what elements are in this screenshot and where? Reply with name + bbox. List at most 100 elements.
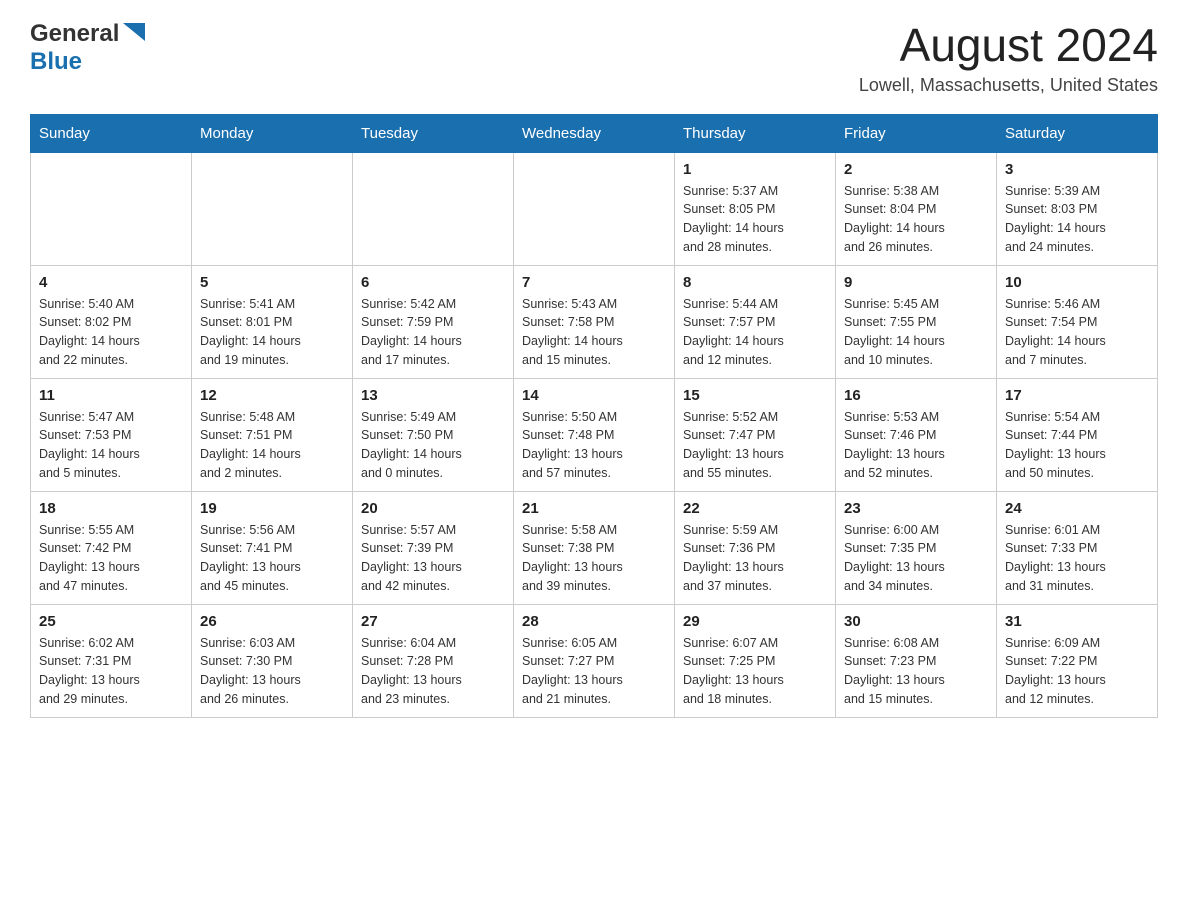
day-info: Sunrise: 5:49 AM Sunset: 7:50 PM Dayligh… <box>361 408 505 483</box>
day-number: 18 <box>39 500 183 517</box>
day-number: 19 <box>200 500 344 517</box>
calendar-cell: 27Sunrise: 6:04 AM Sunset: 7:28 PM Dayli… <box>353 604 514 717</box>
day-number: 26 <box>200 613 344 630</box>
day-number: 2 <box>844 161 988 178</box>
calendar-cell: 18 Sunrise: 5:55 AM Sunset: 7:42 PM Dayli… <box>31 491 192 604</box>
day-number: 5 <box>200 274 344 291</box>
calendar-cell: 15 Sunrise: 5:52 AM Sunset: 7:47 PM Dayli… <box>675 378 836 491</box>
day-info: Sunrise: 5:55 AM Sunset: 7:42 PM Dayligh… <box>39 521 183 596</box>
day-info: Sunrise: 5:41 AM Sunset: 8:01 PM Dayligh… <box>200 295 344 370</box>
day-info: Sunrise: 6:02 AM Sunset: 7:31 PM Dayligh… <box>39 634 183 709</box>
calendar-cell: 23 Sunrise: 6:00 AM Sunset: 7:35 PM Dayli… <box>836 491 997 604</box>
title-block: August 2024 Lowell, Massachusetts, Unite… <box>859 20 1158 96</box>
day-number: 7 <box>522 274 666 291</box>
calendar-cell: 6 Sunrise: 5:42 AM Sunset: 7:59 PM Daylig… <box>353 265 514 378</box>
logo: General Blue <box>30 20 145 76</box>
day-info: Sunrise: 6:07 AM Sunset: 7:25 PM Dayligh… <box>683 634 827 709</box>
calendar-cell: 14 Sunrise: 5:50 AM Sunset: 7:48 PM Dayli… <box>514 378 675 491</box>
page-subtitle: Lowell, Massachusetts, United States <box>859 75 1158 96</box>
day-info: Sunrise: 6:00 AM Sunset: 7:35 PM Dayligh… <box>844 521 988 596</box>
calendar-cell: 29 Sunrise: 6:07 AM Sunset: 7:25 PM Dayli… <box>675 604 836 717</box>
calendar-cell: 16Sunrise: 5:53 AM Sunset: 7:46 PM Dayli… <box>836 378 997 491</box>
day-number: 6 <box>361 274 505 291</box>
calendar-table: SundayMondayTuesdayWednesdayThursdayFrid… <box>30 114 1158 718</box>
day-number: 23 <box>844 500 988 517</box>
day-info: Sunrise: 5:42 AM Sunset: 7:59 PM Dayligh… <box>361 295 505 370</box>
calendar-header-row: SundayMondayTuesdayWednesdayThursdayFrid… <box>31 114 1158 152</box>
column-header-wednesday: Wednesday <box>514 114 675 152</box>
day-info: Sunrise: 6:05 AM Sunset: 7:27 PM Dayligh… <box>522 634 666 709</box>
day-info: Sunrise: 5:57 AM Sunset: 7:39 PM Dayligh… <box>361 521 505 596</box>
day-number: 16 <box>844 387 988 404</box>
day-number: 31 <box>1005 613 1149 630</box>
calendar-cell: 12Sunrise: 5:48 AM Sunset: 7:51 PM Dayli… <box>192 378 353 491</box>
column-header-thursday: Thursday <box>675 114 836 152</box>
calendar-cell: 8Sunrise: 5:44 AM Sunset: 7:57 PM Daylig… <box>675 265 836 378</box>
day-info: Sunrise: 5:43 AM Sunset: 7:58 PM Dayligh… <box>522 295 666 370</box>
calendar-week-row: 25 Sunrise: 6:02 AM Sunset: 7:31 PM Dayli… <box>31 604 1158 717</box>
calendar-cell: 1 Sunrise: 5:37 AM Sunset: 8:05 PM Daylig… <box>675 152 836 265</box>
day-number: 25 <box>39 613 183 630</box>
day-number: 9 <box>844 274 988 291</box>
column-header-tuesday: Tuesday <box>353 114 514 152</box>
column-header-monday: Monday <box>192 114 353 152</box>
day-number: 17 <box>1005 387 1149 404</box>
day-info: Sunrise: 5:59 AM Sunset: 7:36 PM Dayligh… <box>683 521 827 596</box>
calendar-cell: 3 Sunrise: 5:39 AM Sunset: 8:03 PM Daylig… <box>997 152 1158 265</box>
day-info: Sunrise: 5:56 AM Sunset: 7:41 PM Dayligh… <box>200 521 344 596</box>
day-info: Sunrise: 5:50 AM Sunset: 7:48 PM Dayligh… <box>522 408 666 483</box>
calendar-cell: 11Sunrise: 5:47 AM Sunset: 7:53 PM Dayli… <box>31 378 192 491</box>
day-info: Sunrise: 6:03 AM Sunset: 7:30 PM Dayligh… <box>200 634 344 709</box>
day-info: Sunrise: 5:40 AM Sunset: 8:02 PM Dayligh… <box>39 295 183 370</box>
day-info: Sunrise: 5:44 AM Sunset: 7:57 PM Dayligh… <box>683 295 827 370</box>
calendar-cell: 26 Sunrise: 6:03 AM Sunset: 7:30 PM Dayli… <box>192 604 353 717</box>
calendar-cell: 10 Sunrise: 5:46 AM Sunset: 7:54 PM Dayli… <box>997 265 1158 378</box>
day-info: Sunrise: 6:01 AM Sunset: 7:33 PM Dayligh… <box>1005 521 1149 596</box>
day-info: Sunrise: 5:39 AM Sunset: 8:03 PM Dayligh… <box>1005 182 1149 257</box>
calendar-cell: 2 Sunrise: 5:38 AM Sunset: 8:04 PM Daylig… <box>836 152 997 265</box>
calendar-cell <box>192 152 353 265</box>
day-number: 20 <box>361 500 505 517</box>
column-header-saturday: Saturday <box>997 114 1158 152</box>
calendar-cell: 21 Sunrise: 5:58 AM Sunset: 7:38 PM Dayli… <box>514 491 675 604</box>
day-number: 15 <box>683 387 827 404</box>
day-number: 3 <box>1005 161 1149 178</box>
calendar-cell: 30 Sunrise: 6:08 AM Sunset: 7:23 PM Dayli… <box>836 604 997 717</box>
calendar-cell: 25 Sunrise: 6:02 AM Sunset: 7:31 PM Dayli… <box>31 604 192 717</box>
day-number: 29 <box>683 613 827 630</box>
calendar-cell: 9Sunrise: 5:45 AM Sunset: 7:55 PM Daylig… <box>836 265 997 378</box>
calendar-cell: 22 Sunrise: 5:59 AM Sunset: 7:36 PM Dayli… <box>675 491 836 604</box>
calendar-week-row: 18 Sunrise: 5:55 AM Sunset: 7:42 PM Dayli… <box>31 491 1158 604</box>
day-info: Sunrise: 5:46 AM Sunset: 7:54 PM Dayligh… <box>1005 295 1149 370</box>
page-header: General Blue August 2024 Lowell, Massach… <box>30 20 1158 96</box>
day-info: Sunrise: 6:09 AM Sunset: 7:22 PM Dayligh… <box>1005 634 1149 709</box>
day-number: 13 <box>361 387 505 404</box>
day-info: Sunrise: 5:58 AM Sunset: 7:38 PM Dayligh… <box>522 521 666 596</box>
calendar-cell <box>353 152 514 265</box>
calendar-cell: 19 Sunrise: 5:56 AM Sunset: 7:41 PM Dayli… <box>192 491 353 604</box>
day-info: Sunrise: 6:08 AM Sunset: 7:23 PM Dayligh… <box>844 634 988 709</box>
calendar-week-row: 11Sunrise: 5:47 AM Sunset: 7:53 PM Dayli… <box>31 378 1158 491</box>
day-info: Sunrise: 5:52 AM Sunset: 7:47 PM Dayligh… <box>683 408 827 483</box>
day-number: 21 <box>522 500 666 517</box>
day-info: Sunrise: 5:38 AM Sunset: 8:04 PM Dayligh… <box>844 182 988 257</box>
logo-blue-text: Blue <box>30 48 82 75</box>
calendar-cell: 31 Sunrise: 6:09 AM Sunset: 7:22 PM Dayli… <box>997 604 1158 717</box>
logo-triangle-icon <box>123 23 145 41</box>
day-number: 30 <box>844 613 988 630</box>
logo-general-text: General <box>30 20 119 48</box>
day-number: 22 <box>683 500 827 517</box>
day-number: 14 <box>522 387 666 404</box>
day-number: 1 <box>683 161 827 178</box>
day-number: 11 <box>39 387 183 404</box>
column-header-sunday: Sunday <box>31 114 192 152</box>
day-number: 28 <box>522 613 666 630</box>
day-info: Sunrise: 5:37 AM Sunset: 8:05 PM Dayligh… <box>683 182 827 257</box>
calendar-cell <box>514 152 675 265</box>
calendar-cell <box>31 152 192 265</box>
day-number: 10 <box>1005 274 1149 291</box>
calendar-cell: 17Sunrise: 5:54 AM Sunset: 7:44 PM Dayli… <box>997 378 1158 491</box>
calendar-cell: 20 Sunrise: 5:57 AM Sunset: 7:39 PM Dayli… <box>353 491 514 604</box>
calendar-week-row: 1 Sunrise: 5:37 AM Sunset: 8:05 PM Daylig… <box>31 152 1158 265</box>
calendar-week-row: 4Sunrise: 5:40 AM Sunset: 8:02 PM Daylig… <box>31 265 1158 378</box>
